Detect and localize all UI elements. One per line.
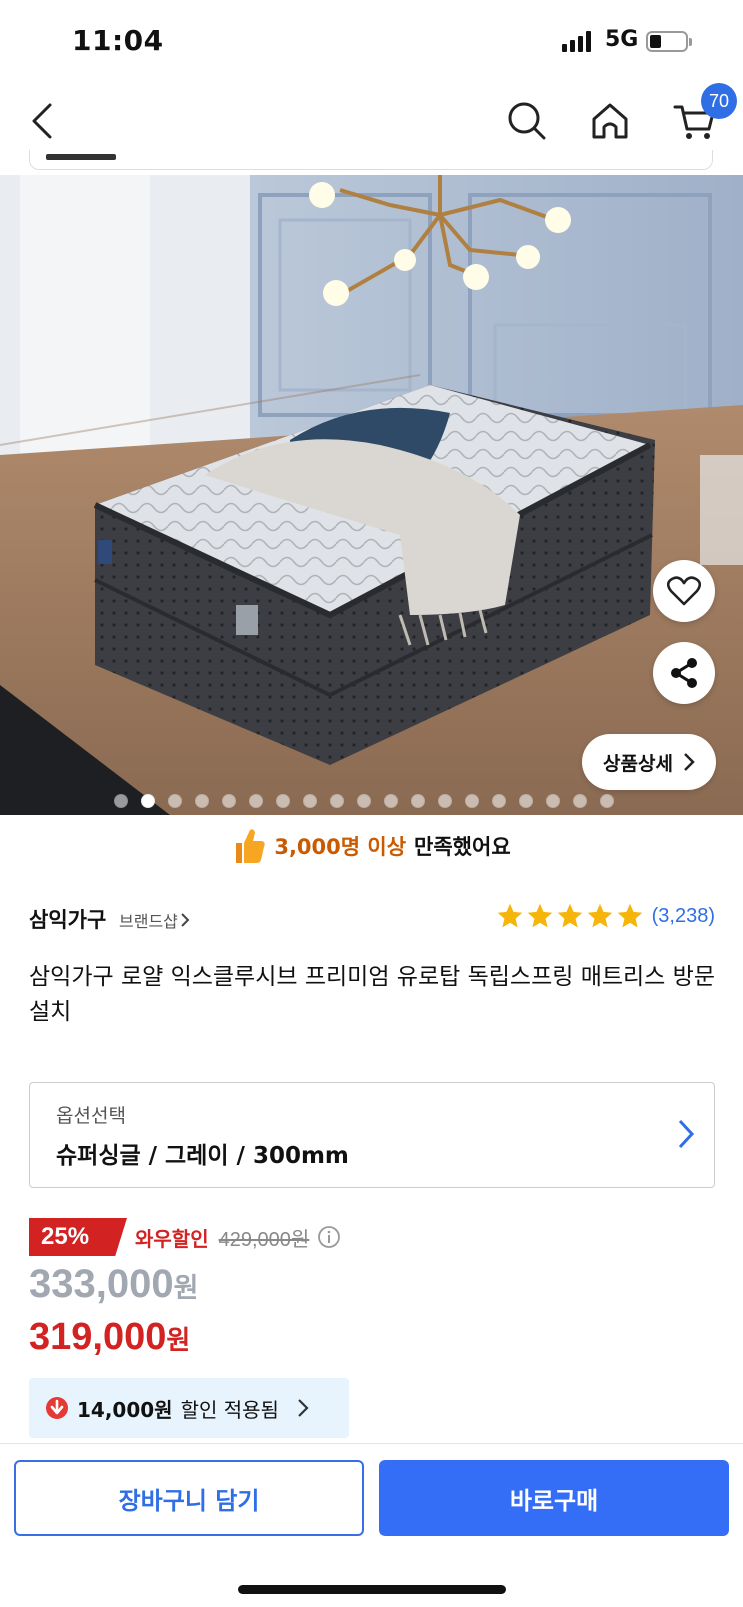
chevron-right-icon [298, 1399, 309, 1417]
status-bar: 11:04 5G [0, 0, 743, 84]
review-count[interactable]: (3,238) [652, 905, 715, 928]
carousel-dot[interactable] [411, 794, 425, 808]
brand-name[interactable]: 삼익가구 [29, 904, 106, 934]
add-to-cart-button[interactable]: 장바구니 담기 [14, 1460, 364, 1536]
heart-icon [667, 576, 701, 606]
discount-line: 25% 와우할인 429,000원 [29, 1218, 341, 1256]
carousel-dot[interactable] [492, 794, 506, 808]
share-button[interactable] [653, 642, 715, 704]
buy-now-button[interactable]: 바로구매 [379, 1460, 729, 1536]
rating[interactable]: (3,238) [496, 902, 715, 930]
carousel-dots [114, 794, 614, 808]
brand-shop-label: 브랜드샵 [119, 912, 178, 931]
wow-discount-label: 와우할인 [135, 1226, 209, 1251]
carousel-dot[interactable] [600, 794, 614, 808]
chevron-right-icon [181, 913, 190, 927]
star-icon [497, 903, 522, 928]
option-label: 옵션선택 [56, 1105, 126, 1127]
chevron-left-icon [32, 103, 52, 139]
network-label: 5G [605, 27, 639, 52]
back-button[interactable] [18, 96, 68, 146]
carousel-dot[interactable] [195, 794, 209, 808]
final-price-amount: 319,000 [29, 1316, 167, 1358]
satisfaction-text: 만족했어요 [414, 835, 511, 859]
home-icon [592, 103, 628, 139]
carousel-dot[interactable] [357, 794, 371, 808]
share-icon [671, 658, 697, 688]
peek-card [29, 150, 713, 170]
battery-icon [646, 31, 692, 52]
star-icon [527, 903, 552, 928]
sale-price: 333,000원 [29, 1262, 198, 1307]
top-nav [0, 84, 743, 156]
search-icon [508, 102, 546, 140]
home-button[interactable] [585, 96, 635, 146]
rating-stars [496, 902, 644, 930]
coupon-text: 할인 적용됨 [180, 1397, 279, 1422]
option-select[interactable]: 옵션선택 슈퍼싱글 / 그레이 / 300mm [29, 1082, 715, 1188]
coupon-banner[interactable]: 14,000원 할인 적용됨 [29, 1378, 349, 1438]
arrow-down-circle-icon [46, 1397, 68, 1419]
carousel-dot[interactable] [438, 794, 452, 808]
carousel-dot[interactable] [141, 794, 155, 808]
home-indicator [238, 1585, 506, 1594]
chevron-right-icon [678, 1119, 695, 1149]
carousel-dot[interactable] [222, 794, 236, 808]
carousel-dot[interactable] [465, 794, 479, 808]
satisfaction-count: 3,000명 이상 [274, 835, 407, 859]
carousel-dot[interactable] [249, 794, 263, 808]
star-icon [617, 903, 642, 928]
thumbs-up-icon [236, 829, 266, 863]
carousel-dot[interactable] [114, 794, 128, 808]
carousel-dot[interactable] [573, 794, 587, 808]
info-icon[interactable] [317, 1225, 341, 1249]
product-image[interactable] [0, 175, 743, 815]
search-button[interactable] [502, 96, 552, 146]
carousel-dot[interactable] [168, 794, 182, 808]
bottom-action-bar: 장바구니 담기 바로구매 [0, 1443, 743, 1607]
cart-count-badge: 70 [701, 83, 737, 119]
original-price: 429,000원 [218, 1228, 310, 1251]
star-icon [557, 903, 582, 928]
discount-badge: 25% [29, 1218, 127, 1256]
currency-unit: 원 [166, 1325, 191, 1355]
star-icon [587, 903, 612, 928]
brand-shop-link[interactable]: 브랜드샵 [119, 908, 190, 932]
satisfaction-banner: 3,000명 이상 만족했어요 [0, 824, 743, 868]
carousel-dot[interactable] [303, 794, 317, 808]
mattress-photo [0, 175, 743, 815]
coupon-amount: 14,000원 [77, 1397, 173, 1422]
carousel-dot[interactable] [276, 794, 290, 808]
product-detail-label: 상품상세 [603, 752, 673, 775]
product-detail-button[interactable]: 상품상세 [582, 734, 716, 790]
signal-icon [562, 30, 591, 52]
final-price: 319,000원 [29, 1316, 190, 1359]
carousel-dot[interactable] [519, 794, 533, 808]
product-title: 삼익가구 로얄 익스클루시브 프리미엄 유로탑 독립스프링 매트리스 방문설치 [29, 964, 715, 1025]
currency-unit: 원 [173, 1273, 199, 1303]
brand-row: 삼익가구 브랜드샵 (3,238) [29, 900, 715, 940]
sale-price-amount: 333,000 [29, 1262, 174, 1306]
chevron-right-icon [684, 753, 695, 771]
carousel-dot[interactable] [384, 794, 398, 808]
status-time: 11:04 [72, 24, 164, 57]
option-value: 슈퍼싱글 / 그레이 / 300mm [56, 1143, 349, 1169]
carousel-dot[interactable] [330, 794, 344, 808]
carousel-dot[interactable] [546, 794, 560, 808]
wishlist-button[interactable] [653, 560, 715, 622]
